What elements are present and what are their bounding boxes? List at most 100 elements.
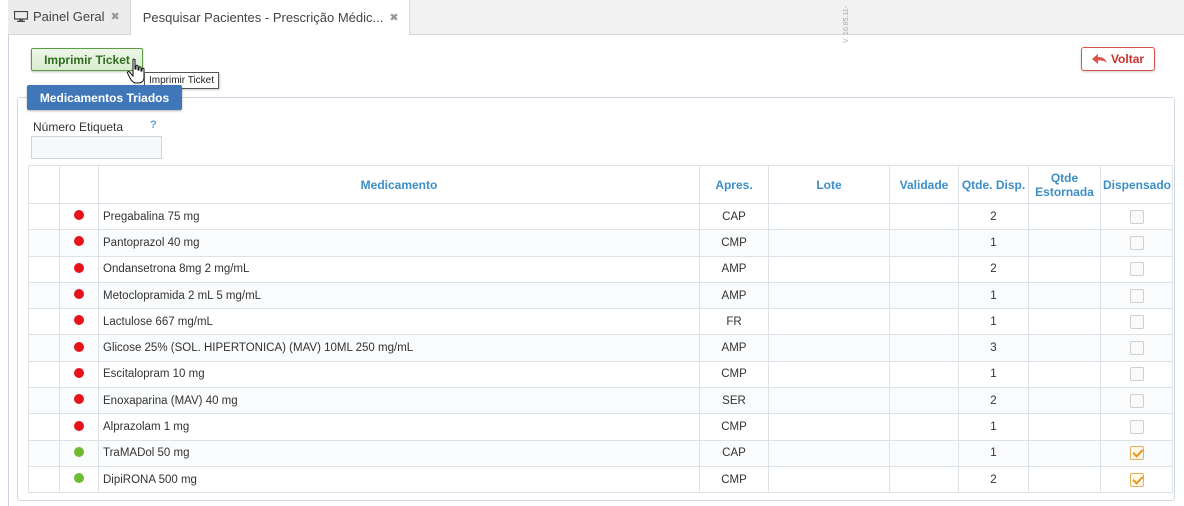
qtde-disp-cell: 1 <box>958 281 1029 310</box>
monitor-icon <box>14 11 28 22</box>
table-row[interactable]: Alprazolam 1 mg CMP 1 <box>28 413 1173 441</box>
tab-pesquisar-pacientes[interactable]: Pesquisar Pacientes - Prescrição Médic..… <box>130 0 410 35</box>
qtde-disp-cell: 2 <box>958 465 1029 494</box>
qtde-disp-cell: 3 <box>958 334 1029 362</box>
qtde-estornada-cell <box>1028 255 1101 283</box>
dispensado-checkbox[interactable] <box>1129 420 1144 435</box>
help-icon[interactable]: ? <box>150 119 157 131</box>
qtde-estornada-cell <box>1028 229 1101 257</box>
lote-cell[interactable] <box>768 229 890 257</box>
table-row[interactable]: Metoclopramida 2 mL 5 mg/mL AMP 1 <box>28 281 1173 310</box>
validade-cell[interactable] <box>889 387 959 415</box>
status-dot-icon <box>74 315 84 326</box>
table-row[interactable]: Escitalopram 10 mg CMP 1 <box>28 360 1173 389</box>
lote-cell[interactable] <box>768 387 890 415</box>
medicamento-cell: Pantoprazol 40 mg <box>98 229 700 257</box>
numero-etiqueta-input[interactable] <box>31 136 162 159</box>
col-header-lote[interactable]: Lote <box>768 165 890 204</box>
status-dot-icon <box>74 394 84 405</box>
col-header-qtde-estornada[interactable]: Qtde Estornada <box>1028 165 1101 204</box>
validade-cell[interactable] <box>889 439 959 467</box>
table-row[interactable]: Ondansetrona 8mg 2 mg/mL AMP 2 <box>28 255 1173 283</box>
status-cell <box>59 334 99 362</box>
dispensado-checkbox[interactable] <box>1129 235 1144 250</box>
status-dot-icon <box>74 473 84 484</box>
lote-cell[interactable] <box>768 202 890 231</box>
back-button[interactable]: Voltar <box>1081 47 1155 71</box>
validade-cell[interactable] <box>889 413 959 441</box>
col-header-medicamento[interactable]: Medicamento <box>98 165 700 204</box>
row-select-cell[interactable] <box>28 281 60 310</box>
tab-painel-geral[interactable]: Painel Geral ✖ <box>8 0 131 34</box>
status-dot-icon <box>74 341 84 352</box>
apres-cell: AMP <box>699 281 769 310</box>
status-dot-icon <box>74 210 84 221</box>
lote-cell[interactable] <box>768 308 890 336</box>
lote-cell[interactable] <box>768 281 890 310</box>
panel-title: Medicamentos Triados <box>27 85 182 110</box>
table-row[interactable]: Glicose 25% (SOL. HIPERTONICA) (MAV) 10M… <box>28 334 1173 362</box>
medicamento-cell: Enoxaparina (MAV) 40 mg <box>98 387 700 415</box>
row-select-cell[interactable] <box>28 413 60 441</box>
dispensado-checkbox[interactable] <box>1129 341 1144 356</box>
table-row[interactable]: DipiRONA 500 mg CMP 2 <box>28 465 1173 494</box>
dispensado-checkbox[interactable] <box>1129 262 1144 277</box>
row-select-cell[interactable] <box>28 308 60 336</box>
dispensado-checkbox[interactable] <box>1129 446 1144 461</box>
validade-cell[interactable] <box>889 360 959 389</box>
lote-cell[interactable] <box>768 255 890 283</box>
table-header-row: Medicamento Apres. Lote Validade Qtde. D… <box>28 165 1173 204</box>
medicamento-cell: DipiRONA 500 mg <box>98 465 700 494</box>
close-icon[interactable]: ✖ <box>389 11 398 24</box>
qtde-estornada-cell <box>1028 387 1101 415</box>
dispensado-checkbox[interactable] <box>1129 314 1144 329</box>
status-cell <box>59 255 99 283</box>
lote-cell[interactable] <box>768 413 890 441</box>
lote-cell[interactable] <box>768 439 890 467</box>
col-header-apres[interactable]: Apres. <box>699 165 769 204</box>
col-header-dispensado[interactable]: Dispensado <box>1100 165 1173 204</box>
row-select-cell[interactable] <box>28 439 60 467</box>
qtde-disp-cell: 1 <box>958 229 1029 257</box>
lote-cell[interactable] <box>768 465 890 494</box>
dispensado-cell <box>1100 229 1173 257</box>
dispensado-cell <box>1100 308 1173 336</box>
dispensado-checkbox[interactable] <box>1129 367 1144 382</box>
validade-cell[interactable] <box>889 281 959 310</box>
medicamento-cell: Glicose 25% (SOL. HIPERTONICA) (MAV) 10M… <box>98 334 700 362</box>
dispensado-checkbox[interactable] <box>1129 393 1144 408</box>
row-select-cell[interactable] <box>28 387 60 415</box>
table-row[interactable]: Enoxaparina (MAV) 40 mg SER 2 <box>28 387 1173 415</box>
table-row[interactable]: Pantoprazol 40 mg CMP 1 <box>28 229 1173 257</box>
close-icon[interactable]: ✖ <box>111 10 120 23</box>
lote-cell[interactable] <box>768 334 890 362</box>
validade-cell[interactable] <box>889 465 959 494</box>
validade-cell[interactable] <box>889 255 959 283</box>
qtde-disp-cell: 1 <box>958 413 1029 441</box>
dispensado-checkbox[interactable] <box>1129 472 1144 487</box>
row-select-cell[interactable] <box>28 334 60 362</box>
row-select-cell[interactable] <box>28 360 60 389</box>
dispensado-checkbox[interactable] <box>1129 288 1144 303</box>
validade-cell[interactable] <box>889 229 959 257</box>
validade-cell[interactable] <box>889 334 959 362</box>
dispensado-cell <box>1100 439 1173 467</box>
col-header-validade[interactable]: Validade <box>889 165 959 204</box>
table-row[interactable]: Lactulose 667 mg/mL FR 1 <box>28 308 1173 336</box>
lote-cell[interactable] <box>768 360 890 389</box>
qtde-estornada-cell <box>1028 334 1101 362</box>
row-select-cell[interactable] <box>28 465 60 494</box>
status-cell <box>59 202 99 231</box>
table-row[interactable]: TraMADol 50 mg CAP 1 <box>28 439 1173 467</box>
dispensado-checkbox[interactable] <box>1129 209 1144 224</box>
validade-cell[interactable] <box>889 308 959 336</box>
row-select-cell[interactable] <box>28 202 60 231</box>
qtde-estornada-cell <box>1028 465 1101 494</box>
table-row[interactable]: Pregabalina 75 mg CAP 2 <box>28 202 1173 231</box>
row-select-cell[interactable] <box>28 255 60 283</box>
qtde-estornada-cell <box>1028 360 1101 389</box>
row-select-cell[interactable] <box>28 229 60 257</box>
col-header-qtde-disp[interactable]: Qtde. Disp. <box>958 165 1029 204</box>
validade-cell[interactable] <box>889 202 959 231</box>
back-button-label: Voltar <box>1110 52 1145 66</box>
